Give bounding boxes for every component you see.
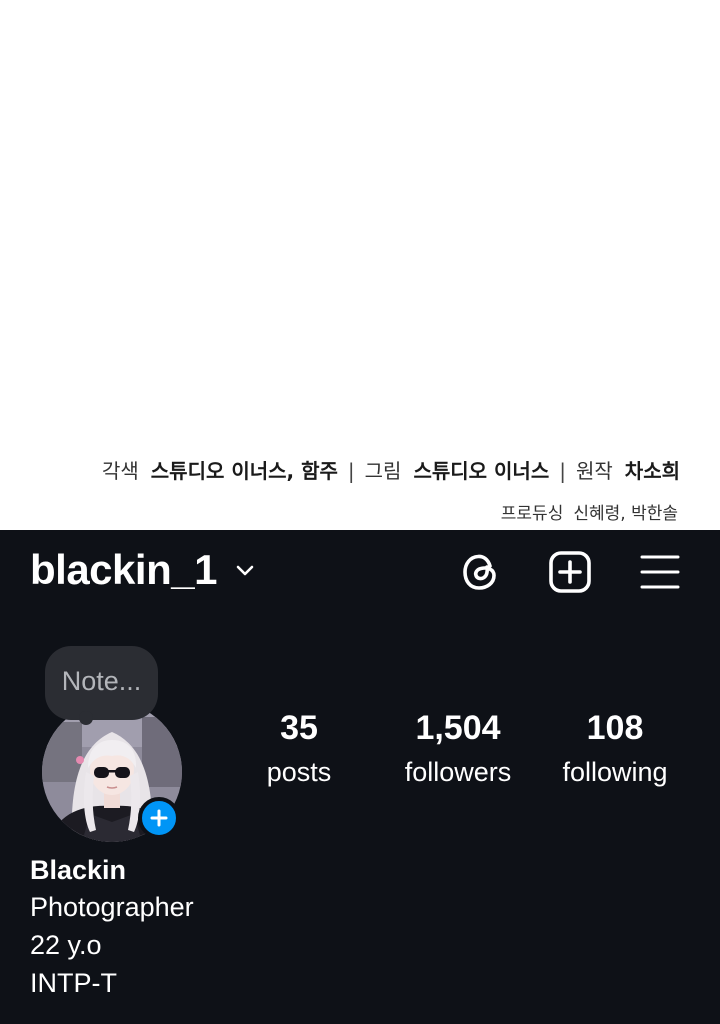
credit-value-art: 스튜디오 이너스 xyxy=(413,459,550,483)
hamburger-menu-icon[interactable] xyxy=(636,548,684,596)
stat-following[interactable]: 108 following xyxy=(552,708,678,791)
credit-separator: | xyxy=(559,459,566,483)
stat-followers[interactable]: 1,504 followers xyxy=(392,708,524,791)
bio-line-personality: INTP-T xyxy=(30,968,117,998)
profile-bio: Blackin Photographer 22 y.o INTP-T xyxy=(30,852,194,1002)
followers-count: 1,504 xyxy=(415,709,501,747)
note-bubble[interactable]: Note... xyxy=(45,646,158,720)
posts-label: posts xyxy=(266,757,332,787)
credit-value-adaptation: 스튜디오 이너스, 함주 xyxy=(150,459,338,483)
credit-value-producing: 신혜령, 박한솔 xyxy=(573,504,678,524)
plus-icon xyxy=(150,809,168,827)
credit-label-producing: 프로듀싱 xyxy=(500,504,564,524)
stat-posts[interactable]: 35 posts xyxy=(250,708,348,791)
add-story-button[interactable] xyxy=(138,797,180,839)
credit-separator: | xyxy=(347,459,355,483)
plus-square-icon[interactable] xyxy=(546,548,594,596)
display-name: Blackin xyxy=(30,855,127,885)
credit-value-original: 차소희 xyxy=(624,459,680,483)
credit-label-adaptation: 각색 xyxy=(101,459,139,483)
webtoon-credits: 각색 스튜디오 이너스, 함주 | 그림 스튜디오 이너스 | 원작 차소희 프… xyxy=(0,0,720,530)
bio-line-occupation: Photographer xyxy=(30,892,194,922)
bio-line-age: 22 y.o xyxy=(30,930,102,960)
following-count: 108 xyxy=(586,709,644,747)
note-bubble-tail xyxy=(79,711,93,725)
threads-icon[interactable] xyxy=(457,548,505,596)
chevron-down-icon[interactable] xyxy=(232,558,258,584)
profile-panel: blackin_1 Note... 35 posts 1,504 followe… xyxy=(0,530,720,1024)
username-title[interactable]: blackin_1 xyxy=(30,546,217,594)
credit-label-original: 원작 xyxy=(575,459,613,483)
credit-line-producing: 프로듀싱 신혜령, 박한솔 xyxy=(501,499,678,524)
posts-count: 35 xyxy=(280,709,318,747)
profile-top-bar: blackin_1 xyxy=(0,530,720,614)
credit-line-primary: 각색 스튜디오 이너스, 함주 | 그림 스튜디오 이너스 | 원작 차소희 xyxy=(102,455,680,484)
following-label: following xyxy=(562,757,668,787)
credit-label-art: 그림 xyxy=(364,459,402,483)
followers-label: followers xyxy=(404,757,512,787)
